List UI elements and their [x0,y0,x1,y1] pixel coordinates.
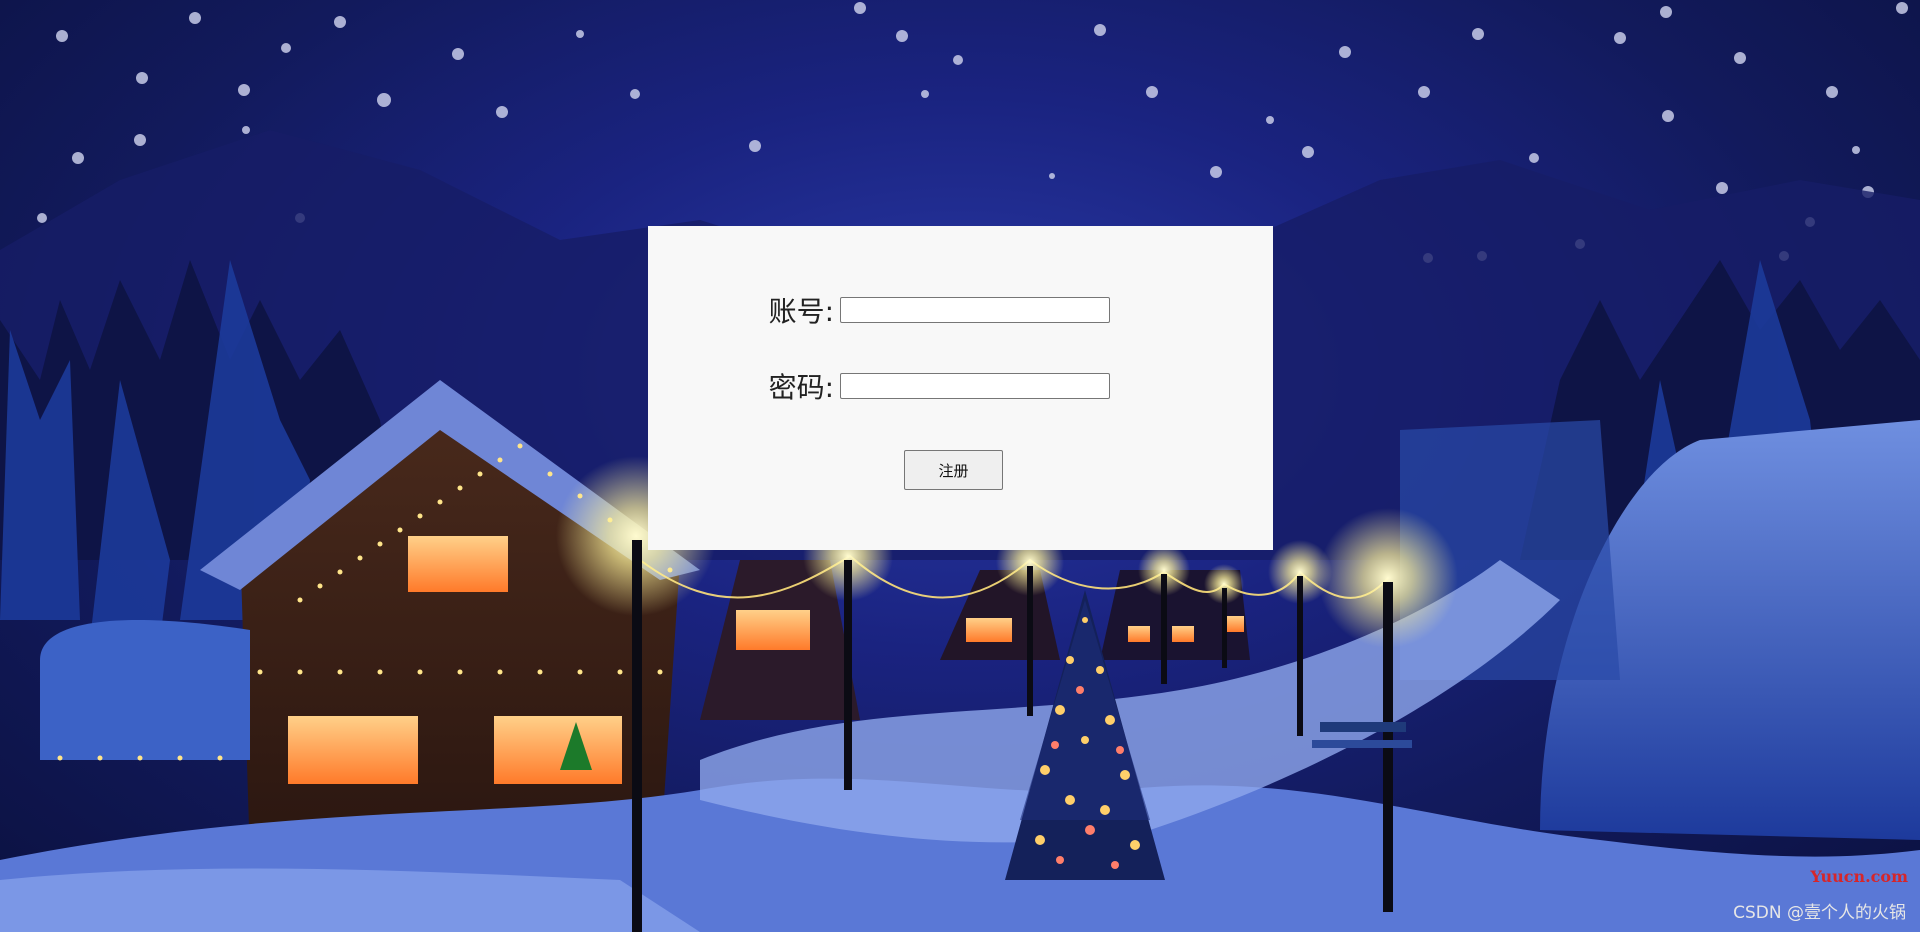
winter-village-background: 账号: 密码: 注册 Yuucn.com CSDN @壹个人的火锅 [0,0,1920,932]
author-watermark: CSDN @壹个人的火锅 [1733,903,1906,923]
password-input[interactable] [840,373,1110,399]
password-label: 密码: [768,371,834,404]
register-button[interactable]: 注册 [904,450,1003,490]
account-input[interactable] [840,297,1110,323]
account-label: 账号: [768,295,834,328]
password-row: 密码: [758,366,1110,406]
site-watermark: Yuucn.com [1810,867,1908,886]
register-form-panel: 账号: 密码: 注册 [648,226,1273,550]
account-row: 账号: [758,290,1110,330]
